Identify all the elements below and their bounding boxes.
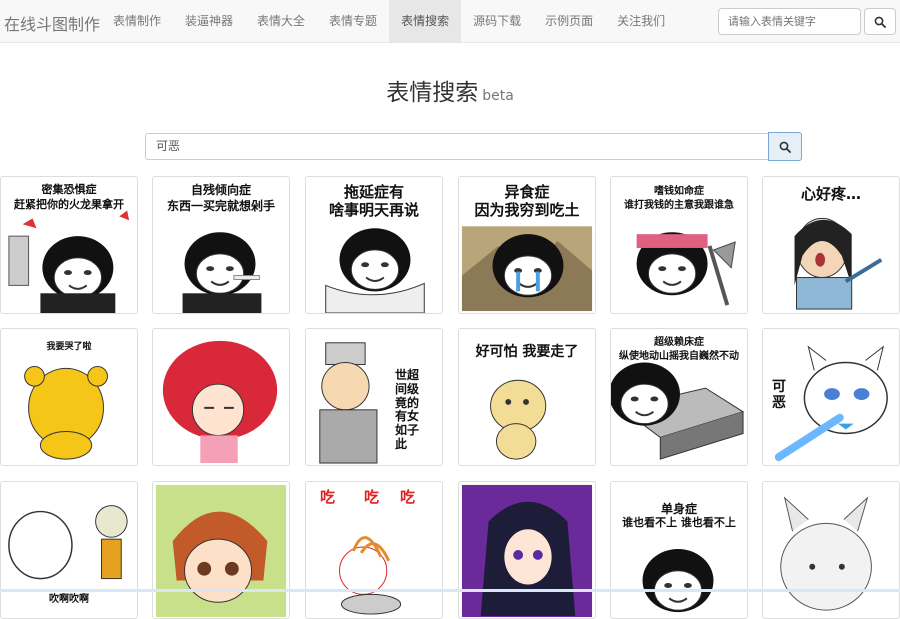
anime-girl-icon <box>461 484 593 618</box>
page-title-text: 表情搜索 <box>386 80 479 106</box>
result-caption: 纵使地动山摇我自巍然不动 <box>619 351 739 362</box>
nav-search-button[interactable] <box>864 8 896 35</box>
result-card[interactable]: 密集恐惧症赶紧把你的火龙果拿开 <box>0 176 138 314</box>
result-caption: 好可怕 我要走了 <box>475 344 579 360</box>
result-caption: 我要哭了啦 <box>46 342 92 352</box>
result-card[interactable]: 单身症 谁也看不上 谁也看不上 <box>610 481 748 619</box>
nav-item-source-download[interactable]: 源码下载 <box>461 0 533 42</box>
nav-item-follow-us[interactable]: 关注我们 <box>605 0 677 42</box>
emoji-search-button[interactable] <box>768 132 802 161</box>
result-card[interactable]: 拖延症有 啥事明天再说 <box>305 176 443 314</box>
result-caption: 超级的女子 <box>406 368 419 438</box>
nav-item-emoji-search[interactable]: 表情搜索 <box>389 0 462 42</box>
result-caption: 谁打我钱的主意我跟谁急 <box>624 200 734 211</box>
result-caption: 吹啊吹啊 <box>49 594 89 605</box>
result-caption: 密集恐惧症 <box>41 183 97 196</box>
result-card[interactable]: 嗜钱如命症谁打我钱的主意我跟谁急 <box>610 176 748 314</box>
result-card[interactable] <box>762 481 900 619</box>
nav-item-emoji-topics[interactable]: 表情专题 <box>317 0 389 42</box>
result-card[interactable]: 吃吃吃 <box>305 481 443 619</box>
result-card[interactable]: 我要哭了啦 <box>0 328 138 466</box>
result-card[interactable]: 吹啊吹啊 <box>0 481 138 619</box>
top-navbar: 在线斗图制作 表情制作 装逼神器 表情大全 表情专题 表情搜索 源码下载 示例页… <box>0 0 900 43</box>
result-caption: 吃 <box>364 488 380 506</box>
site-brand[interactable]: 在线斗图制作 <box>4 11 100 35</box>
result-card[interactable] <box>458 481 596 619</box>
result-card[interactable]: 异食症 因为我穷到吃土 <box>458 176 596 314</box>
result-caption: 超级赖床症 <box>654 337 704 348</box>
result-card[interactable] <box>152 328 290 466</box>
result-card[interactable]: 超级赖床症纵使地动山摇我自巍然不动 <box>610 328 748 466</box>
nav-item-emoji-maker[interactable]: 表情制作 <box>101 0 173 42</box>
grey-cat-icon <box>780 496 872 611</box>
beta-badge: beta <box>482 88 514 104</box>
search-icon <box>874 16 886 28</box>
nav-item-examples[interactable]: 示例页面 <box>533 0 605 42</box>
result-caption: 吃 <box>400 488 416 506</box>
result-caption: 心好疼… <box>800 185 861 203</box>
nav-search-input[interactable] <box>718 8 861 35</box>
main-nav: 表情制作 装逼神器 表情大全 表情专题 表情搜索 源码下载 示例页面 关注我们 <box>101 0 677 42</box>
emoji-search-input[interactable]: 可恶 <box>145 133 769 160</box>
nav-item-show-off-tool[interactable]: 装逼神器 <box>173 0 245 42</box>
result-caption: 嗜钱如命症 <box>654 186 704 197</box>
result-caption: 啥事明天再说 <box>328 201 419 219</box>
result-caption: 因为我穷到吃土 <box>474 201 580 219</box>
result-caption: 世间竟有如此 <box>394 368 407 451</box>
result-card[interactable]: 好可怕 我要走了 <box>458 328 596 466</box>
result-card[interactable]: 超级的女子 世间竟有如此 <box>305 328 443 466</box>
result-card[interactable]: 可恶 <box>762 328 900 466</box>
result-caption: 自残倾向症 <box>190 183 251 197</box>
result-caption: 谁也看不上 谁也看不上 <box>622 516 736 529</box>
result-card[interactable]: 自残倾向症东西一买完就想剁手 <box>152 176 290 314</box>
result-caption: 赶紧把你的火龙果拿开 <box>14 198 124 211</box>
anime-boy-icon <box>155 484 287 618</box>
result-caption: 吃 <box>320 488 336 506</box>
result-card[interactable]: 心好疼… <box>762 176 900 314</box>
page-title: 表情搜索 beta <box>0 73 900 107</box>
result-caption: 可恶 <box>772 379 786 412</box>
search-icon <box>779 141 791 153</box>
afro-girl-icon <box>162 340 278 464</box>
result-caption: 东西一买完就想剁手 <box>166 199 275 213</box>
result-card[interactable] <box>152 481 290 619</box>
official-cartoon-icon <box>319 342 378 464</box>
nav-item-emoji-collection[interactable]: 表情大全 <box>245 0 317 42</box>
